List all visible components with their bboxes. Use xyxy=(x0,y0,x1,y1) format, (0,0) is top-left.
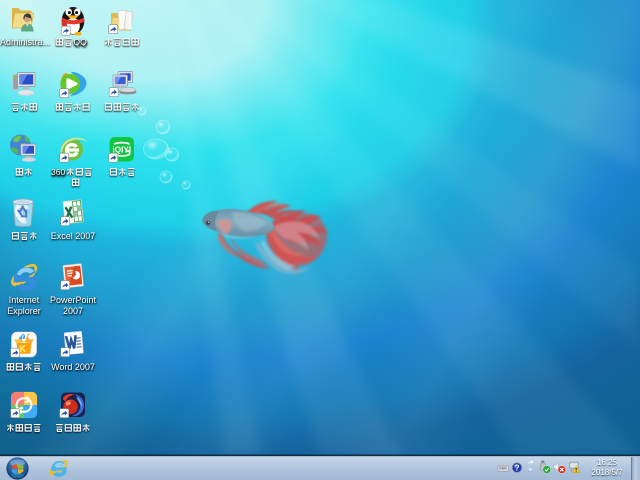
svg-text:?: ? xyxy=(514,464,519,473)
svg-text:360: 360 xyxy=(51,167,65,177)
svg-text:QQ: QQ xyxy=(74,37,88,47)
